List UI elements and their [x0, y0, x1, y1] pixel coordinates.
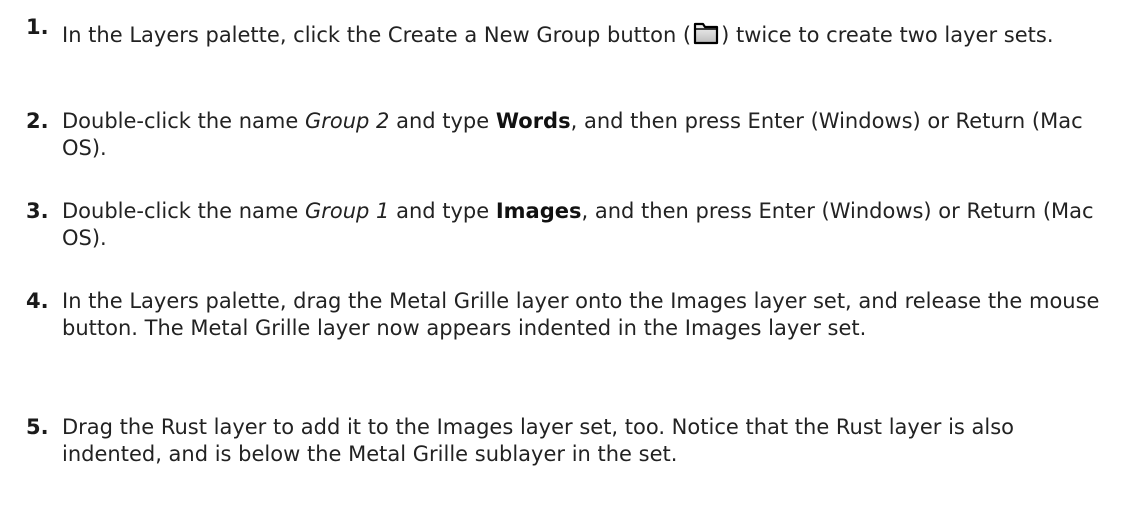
group-name: Group 1: [304, 199, 390, 223]
step-text: Double-click the name Group 1 and type I…: [62, 199, 1094, 250]
step-number: 4.: [26, 289, 49, 313]
folder-icon: [694, 22, 719, 45]
step-number: 2.: [26, 109, 49, 133]
step-text: In the Layers palette, drag the Metal Gr…: [62, 289, 1100, 340]
step-number: 1.: [26, 15, 49, 39]
typed-name: Images: [495, 199, 582, 223]
step-text: In the Layers palette, click the Create …: [62, 18, 1120, 49]
step-number: 5.: [26, 415, 49, 439]
step-text: Double-click the name Group 2 and type W…: [62, 109, 1083, 160]
typed-name: Words: [495, 109, 571, 133]
group-name: Group 2: [304, 109, 390, 133]
step-number: 3.: [26, 199, 49, 223]
step-text: Drag the Rust layer to add it to the Ima…: [62, 415, 1015, 466]
